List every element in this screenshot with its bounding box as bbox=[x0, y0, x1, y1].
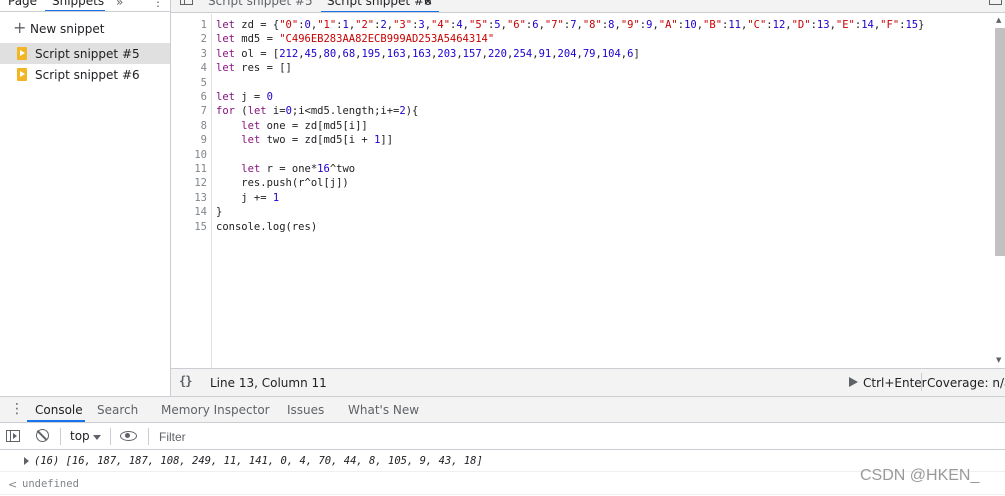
clear-console-icon[interactable] bbox=[36, 429, 49, 442]
snippet-label: Script snippet #6 bbox=[35, 68, 140, 82]
tab-whats-new[interactable]: What's New bbox=[348, 403, 419, 417]
line-number[interactable]: 1 bbox=[177, 18, 207, 32]
line-number[interactable]: 2 bbox=[177, 32, 207, 46]
line-number[interactable]: 6 bbox=[177, 90, 207, 104]
drawer-menu-icon[interactable]: ⋮ bbox=[10, 401, 24, 417]
toggle-navigator-icon[interactable] bbox=[180, 0, 193, 5]
code-line[interactable]: let md5 = "C496EB283AA82ECB999AD253A5464… bbox=[216, 32, 494, 46]
plus-icon: + bbox=[13, 18, 27, 37]
code-line[interactable]: j += 1 bbox=[216, 191, 279, 205]
snippet-file-icon bbox=[17, 47, 27, 60]
toolbar-divider bbox=[60, 428, 61, 445]
console-toolbar: top bbox=[0, 423, 1005, 450]
show-console-sidebar-icon[interactable] bbox=[6, 430, 20, 442]
tab-issues[interactable]: Issues bbox=[287, 403, 324, 417]
editor-tab-snippet-5[interactable]: Script snippet #5 bbox=[208, 0, 313, 8]
active-tab-indicator bbox=[45, 10, 105, 11]
pretty-print-icon[interactable]: {} bbox=[179, 374, 192, 388]
status-divider bbox=[921, 373, 922, 391]
console-log-message[interactable]: (16) [16, 187, 187, 108, 249, 11, 141, 0… bbox=[0, 450, 1005, 472]
code-line[interactable]: console.log(res) bbox=[216, 220, 317, 234]
toolbar-divider bbox=[148, 428, 149, 445]
code-line[interactable]: let j = 0 bbox=[216, 90, 273, 104]
context-selector[interactable]: top bbox=[70, 429, 90, 443]
navigator-tabbar: Page Snippets » ⋮ bbox=[0, 0, 171, 12]
line-number[interactable]: 10 bbox=[177, 148, 207, 162]
line-number[interactable]: 9 bbox=[177, 133, 207, 147]
line-number[interactable]: 8 bbox=[177, 119, 207, 133]
code-line[interactable]: let ol = [212,45,80,68,195,163,163,203,1… bbox=[216, 47, 640, 61]
return-value-icon: < bbox=[8, 478, 18, 491]
code-editor[interactable]: 1 2 3 4 5 6 7 8 9 10 11 12 13 14 15 let zd = {"0":0,"1… bbox=[171, 14, 1005, 368]
code-line[interactable]: let two = zd[md5[i + 1]] bbox=[216, 133, 393, 147]
console-return-message: < undefined bbox=[0, 473, 1005, 495]
code-line[interactable]: for (let i=0;i<md5.length;i+=2){ bbox=[216, 104, 418, 118]
tab-console[interactable]: Console bbox=[35, 403, 83, 417]
more-tabs-icon[interactable]: » bbox=[116, 0, 123, 9]
snippet-item-6[interactable]: Script snippet #6 bbox=[0, 64, 170, 85]
close-tab-icon[interactable]: × bbox=[423, 0, 433, 8]
chevron-down-icon[interactable] bbox=[93, 435, 101, 440]
tab-memory-inspector[interactable]: Memory Inspector bbox=[161, 403, 270, 417]
code-line[interactable]: res.push(r^ol[j]) bbox=[216, 176, 348, 190]
editor-statusbar: {} Line 13, Column 11 Ctrl+Enter Coverag… bbox=[171, 368, 1005, 396]
toggle-debugger-icon[interactable] bbox=[989, 0, 1002, 5]
expand-arrow-icon[interactable] bbox=[24, 457, 29, 465]
cursor-position: Line 13, Column 11 bbox=[210, 376, 327, 390]
tab-snippets[interactable]: Snippets bbox=[52, 0, 104, 8]
code-line[interactable]: } bbox=[216, 205, 222, 219]
editor-tab-snippet-6[interactable]: Script snippet #6 bbox=[327, 0, 432, 8]
snippets-navigator: Page Snippets » ⋮ + New snippet Script s… bbox=[0, 0, 171, 396]
console-filter-input[interactable] bbox=[154, 426, 999, 447]
snippet-item-5[interactable]: Script snippet #5 bbox=[0, 43, 170, 64]
toolbar-divider bbox=[110, 428, 111, 445]
navigator-menu-icon[interactable]: ⋮ bbox=[152, 0, 164, 9]
snippet-file-icon bbox=[17, 68, 27, 81]
active-tab-indicator bbox=[321, 11, 439, 12]
tab-page[interactable]: Page bbox=[8, 0, 37, 8]
run-snippet-icon[interactable] bbox=[849, 377, 858, 387]
logged-array[interactable]: (16) [16, 187, 187, 108, 249, 11, 141, 0… bbox=[34, 455, 483, 467]
snippet-label: Script snippet #5 bbox=[35, 47, 140, 61]
csdn-watermark: CSDN @HKEN_ bbox=[860, 467, 980, 484]
drawer-tabbar: ⋮ Console Search Memory Inspector Issues… bbox=[0, 396, 1005, 423]
scroll-down-arrow-icon[interactable]: ▼ bbox=[996, 356, 1001, 364]
tab-search[interactable]: Search bbox=[97, 403, 138, 417]
editor-tabbar: Script snippet #5 Script snippet #6 × bbox=[171, 0, 1005, 13]
code-line[interactable]: let zd = {"0":0,"1":1,"2":2,"3":3,"4":4,… bbox=[216, 18, 924, 32]
editor-scrollbar-thumb[interactable] bbox=[995, 28, 1005, 256]
line-number[interactable]: 3 bbox=[177, 47, 207, 61]
line-number[interactable]: 7 bbox=[177, 104, 207, 118]
code-line[interactable]: let one = zd[md5[i]] bbox=[216, 119, 367, 133]
console-output: (16) [16, 187, 187, 108, 249, 11, 141, 0… bbox=[0, 450, 1005, 496]
line-number-gutter: 1 2 3 4 5 6 7 8 9 10 11 12 13 14 15 bbox=[171, 14, 212, 368]
return-value: undefined bbox=[22, 478, 79, 490]
new-snippet-button[interactable]: + New snippet bbox=[0, 18, 170, 39]
run-shortcut-label[interactable]: Ctrl+Enter bbox=[863, 376, 927, 390]
scroll-up-arrow-icon[interactable]: ▲ bbox=[996, 16, 1001, 24]
line-number[interactable]: 13 bbox=[177, 191, 207, 205]
active-tab-indicator bbox=[27, 420, 85, 422]
line-number[interactable]: 15 bbox=[177, 220, 207, 234]
coverage-status: Coverage: n/a bbox=[927, 376, 1005, 390]
live-expression-eye-icon[interactable] bbox=[120, 431, 137, 441]
line-number[interactable]: 11 bbox=[177, 162, 207, 176]
line-number[interactable]: 4 bbox=[177, 61, 207, 75]
new-snippet-label: New snippet bbox=[30, 22, 105, 36]
code-line[interactable]: let r = one*16^two bbox=[216, 162, 355, 176]
code-line[interactable]: let res = [] bbox=[216, 61, 292, 75]
line-number[interactable]: 5 bbox=[177, 76, 207, 90]
line-number[interactable]: 12 bbox=[177, 176, 207, 190]
line-number[interactable]: 14 bbox=[177, 205, 207, 219]
